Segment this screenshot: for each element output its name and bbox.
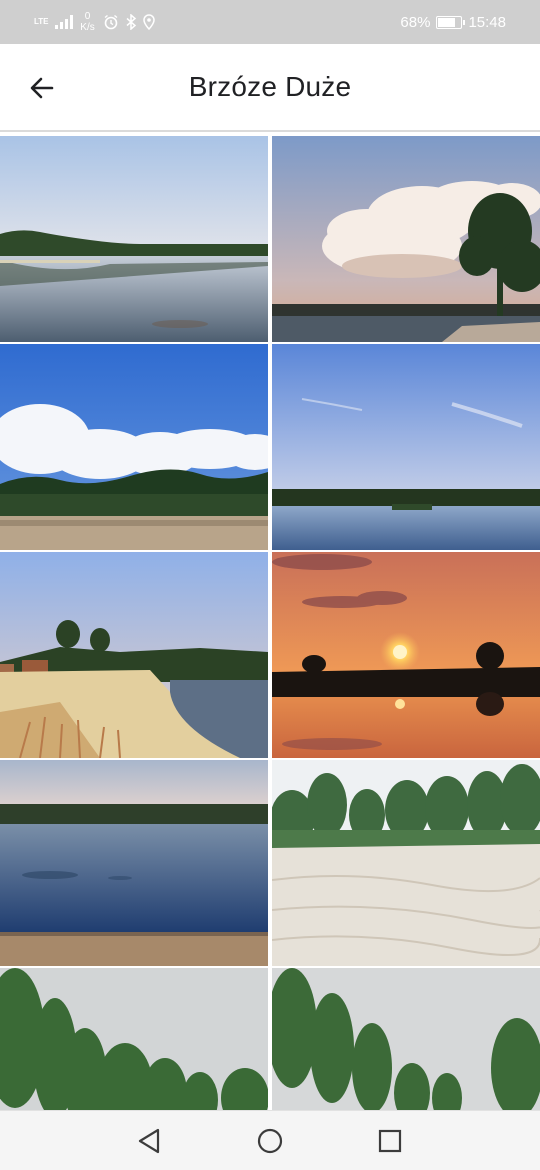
photo-thumbnail[interactable] bbox=[272, 968, 540, 1110]
circle-home-icon bbox=[257, 1128, 283, 1154]
nav-recents-button[interactable] bbox=[374, 1125, 406, 1157]
network-type: LTE bbox=[34, 17, 49, 26]
battery-fill bbox=[438, 17, 455, 27]
photo-thumbnail[interactable] bbox=[0, 968, 268, 1110]
sand-dunes-photo bbox=[272, 760, 540, 966]
square-recents-icon bbox=[378, 1129, 402, 1153]
beach-clouds-photo bbox=[0, 344, 268, 550]
speed-value: 0 bbox=[84, 11, 91, 22]
photo-thumbnail[interactable] bbox=[272, 552, 540, 758]
photo-thumbnail[interactable] bbox=[0, 552, 268, 758]
larch-trees-photo bbox=[272, 968, 540, 1110]
triangle-back-icon bbox=[138, 1128, 160, 1154]
photo-thumbnail[interactable] bbox=[0, 760, 268, 966]
status-right-group: 68% 15:48 bbox=[400, 10, 506, 34]
system-nav-bar bbox=[0, 1110, 540, 1170]
blue-lake-photo bbox=[0, 760, 268, 966]
photo-grid bbox=[0, 136, 540, 1110]
app-bar: Brzóze Duże bbox=[0, 44, 540, 132]
photo-thumbnail[interactable] bbox=[0, 136, 268, 342]
photo-thumbnail[interactable] bbox=[272, 760, 540, 966]
alarm-icon bbox=[104, 14, 117, 30]
calm-lake-photo bbox=[272, 344, 540, 550]
nav-home-button[interactable] bbox=[254, 1125, 286, 1157]
speed-unit: K/s bbox=[80, 22, 95, 33]
photo-thumbnail[interactable] bbox=[272, 344, 540, 550]
cumulus-dusk-photo bbox=[272, 136, 540, 342]
lake-forest-photo bbox=[0, 136, 268, 342]
sandy-shore-photo bbox=[0, 552, 268, 758]
battery-icon bbox=[436, 15, 466, 29]
page-title: Brzóze Duże bbox=[188, 71, 352, 102]
bluetooth-icon bbox=[126, 14, 136, 30]
photo-thumbnail[interactable] bbox=[272, 136, 540, 342]
sunset-lake-photo bbox=[272, 552, 540, 758]
status-bar: LTE 0 K/s 68% 15:48 bbox=[0, 0, 540, 44]
clock: 15:48 bbox=[468, 13, 506, 31]
signal-icon bbox=[54, 15, 73, 29]
green-trees-photo bbox=[0, 968, 268, 1110]
photo-thumbnail[interactable] bbox=[0, 344, 268, 550]
network-speed: 0 K/s bbox=[79, 11, 97, 33]
battery-percent: 68% bbox=[400, 13, 431, 31]
status-left-group: LTE 0 K/s bbox=[34, 10, 155, 34]
nav-back-button[interactable] bbox=[134, 1125, 166, 1157]
location-icon bbox=[142, 14, 155, 30]
